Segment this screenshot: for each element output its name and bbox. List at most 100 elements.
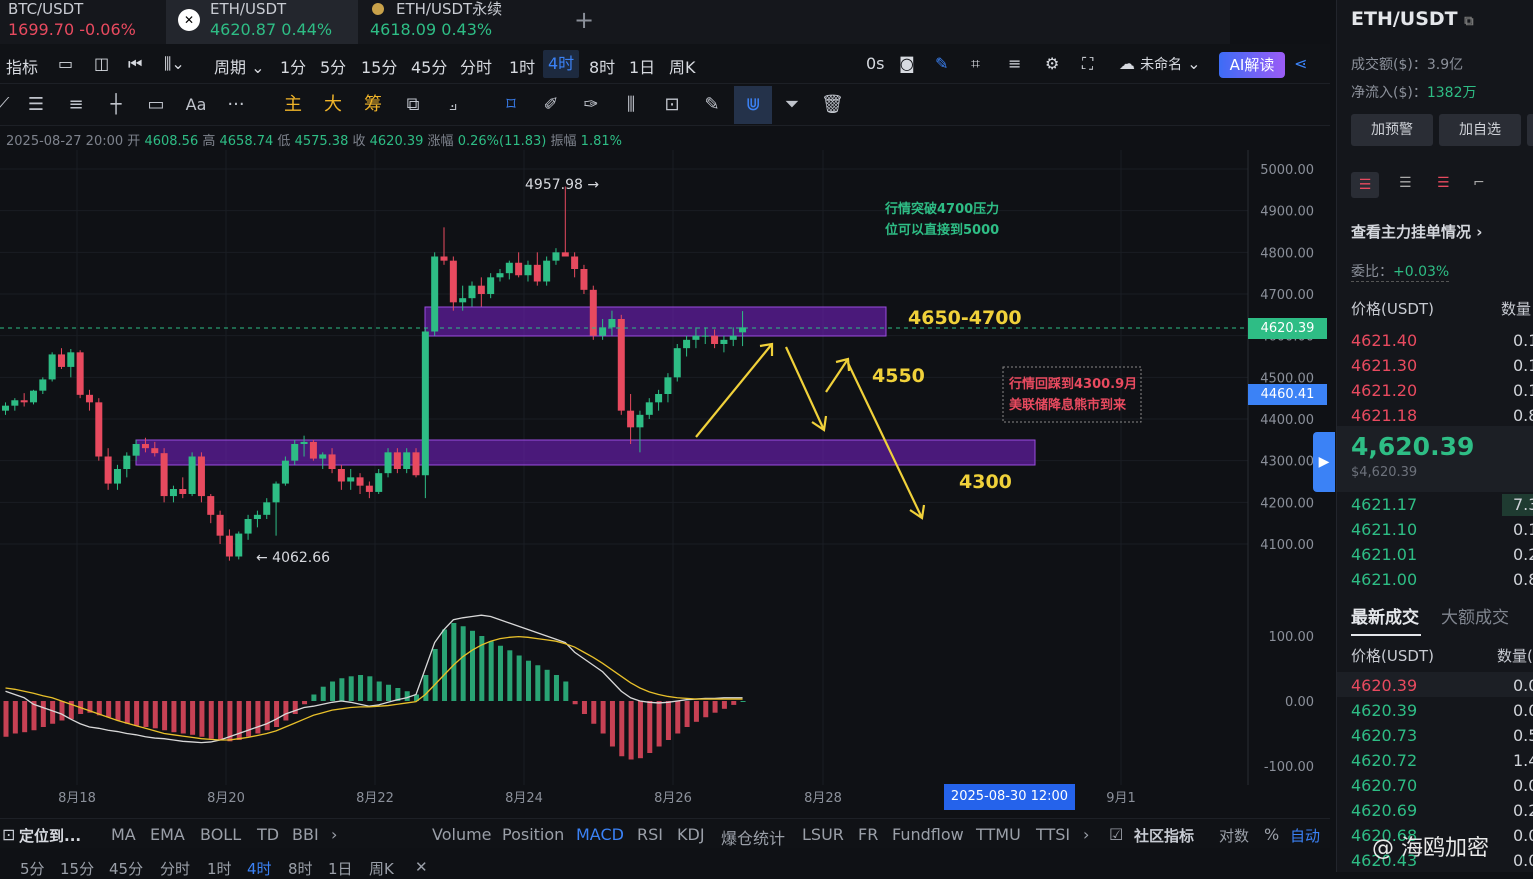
ind-position[interactable]: Position xyxy=(502,825,564,844)
bid-price[interactable]: 4621.17 xyxy=(1351,495,1417,514)
chip-distribution-button[interactable]: 筹 xyxy=(362,94,384,116)
percent-toggle[interactable]: % xyxy=(1264,825,1279,844)
add-watchlist-button[interactable]: 加自选 xyxy=(1439,114,1521,146)
bookmark-icon[interactable]: ⌑ xyxy=(500,94,522,116)
magnet-icon[interactable]: ⋓ xyxy=(734,86,772,124)
tab-latest-trades[interactable]: 最新成交 xyxy=(1351,603,1419,628)
tab-btc[interactable]: BTC/USDT 1699.70 -0.06% xyxy=(0,0,160,44)
chevron-right-icon[interactable]: › xyxy=(1083,825,1089,844)
locate-icon[interactable]: ⊡ xyxy=(2,825,15,844)
settings-icon[interactable]: ⚙ xyxy=(1045,54,1059,73)
add-alert-button[interactable]: 加预警 xyxy=(1351,114,1433,146)
lock-icon[interactable]: ⊡ xyxy=(661,94,683,116)
add-tab-icon[interactable]: + xyxy=(574,6,594,34)
share-icon[interactable]: ⋖ xyxy=(1294,54,1307,73)
bottom-period-active[interactable]: 4时 xyxy=(247,858,272,879)
tab-eth-perp[interactable]: ETH/USDT永续 4618.09 0.43% xyxy=(366,0,566,44)
orderbook-bids-icon[interactable]: ☰ xyxy=(1399,175,1412,191)
interval-8h[interactable]: 8时 xyxy=(589,54,615,78)
ask-price[interactable]: 4621.18 xyxy=(1351,406,1417,425)
crop-icon[interactable]: ⌗ xyxy=(971,54,980,74)
interval-4h[interactable]: 4时 xyxy=(543,50,580,78)
auto-scale-toggle[interactable]: 自动 xyxy=(1290,825,1320,846)
ind-ttsi[interactable]: TTSI xyxy=(1036,825,1070,844)
community-icon[interactable]: ☑ xyxy=(1109,825,1123,844)
ind-fundflow[interactable]: Fundflow xyxy=(892,825,964,844)
ind-lsur[interactable]: LSUR xyxy=(802,825,844,844)
big-orders-button[interactable]: 大 xyxy=(322,94,344,116)
ind-ma[interactable]: MA xyxy=(111,825,136,844)
price-chart[interactable]: 5000.004900.004800.004700.004600.004500.… xyxy=(0,150,1330,810)
main-chart-button[interactable]: 主 xyxy=(282,94,304,116)
layout-icon[interactable]: ◫ xyxy=(94,54,109,73)
log-scale-toggle[interactable]: 对数 xyxy=(1219,825,1249,846)
orderbook-both-icon[interactable]: ☰ xyxy=(1351,172,1379,198)
ind-volume[interactable]: Volume xyxy=(432,825,492,844)
ind-ttmu[interactable]: TTMU xyxy=(976,825,1021,844)
ind-kdj[interactable]: KDJ xyxy=(677,825,705,844)
measure-icon[interactable]: ⟓ xyxy=(442,94,464,116)
cloud-layout-dropdown[interactable]: ☁ 未命名 ⌄ xyxy=(1119,54,1201,74)
indicators-button[interactable]: 指标 xyxy=(6,54,38,78)
brush-icon[interactable]: ✑ xyxy=(580,94,602,116)
community-indicators[interactable]: 社区指标 xyxy=(1134,825,1194,846)
line-tool-icon[interactable]: ⟋ xyxy=(0,94,14,116)
locate-button[interactable]: 定位到... xyxy=(19,825,81,846)
hline-icon[interactable]: ┼ xyxy=(105,94,127,116)
bottom-period[interactable]: 1时 xyxy=(207,858,232,879)
bid-price[interactable]: 4621.01 xyxy=(1351,545,1417,564)
ai-analysis-button[interactable]: AI解读 xyxy=(1219,52,1285,78)
trash-icon[interactable]: 🗑 xyxy=(821,94,844,116)
orderbook-depth-icon[interactable]: ⌐ xyxy=(1473,175,1485,191)
ask-price[interactable]: 4621.40 xyxy=(1351,331,1417,350)
interval-5m[interactable]: 5分 xyxy=(320,54,346,78)
interval-1m[interactable]: 1分 xyxy=(280,54,306,78)
ask-price[interactable]: 4621.30 xyxy=(1351,356,1417,375)
interval-1h[interactable]: 1时 xyxy=(509,54,535,78)
pen-icon[interactable]: ✎ xyxy=(935,54,948,73)
period-dropdown[interactable]: 周期 ⌄ xyxy=(214,54,265,78)
ruler-icon[interactable]: ✐ xyxy=(540,94,562,116)
interval-15m[interactable]: 15分 xyxy=(361,54,397,78)
interval-1d[interactable]: 1日 xyxy=(629,54,655,78)
filter-icon[interactable]: ⏷ xyxy=(781,94,803,116)
ask-price[interactable]: 4621.20 xyxy=(1351,381,1417,400)
more-button[interactable] xyxy=(1527,114,1533,146)
interval-timeshare[interactable]: 分时 xyxy=(460,54,492,78)
collapse-panel-icon[interactable]: ▶ xyxy=(1313,432,1335,492)
ind-td[interactable]: TD xyxy=(257,825,279,844)
main-orders-link[interactable]: 查看主力挂单情况 › xyxy=(1351,221,1482,242)
rectangle-icon[interactable]: ▭ xyxy=(145,94,167,116)
replay-icon[interactable]: ⏮ xyxy=(128,54,142,74)
ind-boll[interactable]: BOLL xyxy=(200,825,241,844)
fullscreen-icon[interactable]: ⛶ xyxy=(1082,54,1093,74)
candles-icon[interactable]: ⫼ xyxy=(620,94,642,116)
chevron-right-icon[interactable]: › xyxy=(331,825,337,844)
bottom-period[interactable]: 周K xyxy=(369,858,394,879)
close-icon[interactable]: ✕ xyxy=(415,858,428,876)
parallel-lines-icon[interactable]: ≡ xyxy=(65,94,87,116)
ind-rsi[interactable]: RSI xyxy=(637,825,663,844)
horizontal-lines-icon[interactable]: ☰ xyxy=(25,94,47,116)
bid-price[interactable]: 4621.00 xyxy=(1351,570,1417,589)
ind-fr[interactable]: FR xyxy=(858,825,878,844)
interval-week[interactable]: 周K xyxy=(669,54,696,78)
bottom-period[interactable]: 1日 xyxy=(328,858,353,879)
bid-price[interactable]: 4621.10 xyxy=(1351,520,1417,539)
ind-bbi[interactable]: BBI xyxy=(292,825,319,844)
text-tool-icon[interactable]: Aa xyxy=(185,94,207,116)
camera-icon[interactable]: ◙ xyxy=(899,54,915,73)
tab-eth[interactable]: ✕ ETH/USDT 4620.87 0.44% xyxy=(166,0,358,44)
orderbook-asks-icon[interactable]: ☰ xyxy=(1437,175,1450,191)
bottom-period[interactable]: 5分 xyxy=(20,858,45,879)
interval-45m[interactable]: 45分 xyxy=(411,54,447,78)
compare-icon[interactable]: ⧉ xyxy=(402,94,424,116)
bottom-period[interactable]: 45分 xyxy=(109,858,143,879)
more-tools-icon[interactable]: ··· xyxy=(225,94,247,116)
tab-big-trades[interactable]: 大额成交 xyxy=(1441,603,1509,628)
calendar-icon[interactable]: ▭ xyxy=(58,54,73,73)
ind-ema[interactable]: EMA xyxy=(150,825,185,844)
bottom-period[interactable]: 15分 xyxy=(60,858,94,879)
candle-type-icon[interactable]: ⫼⌄ xyxy=(164,54,185,74)
list-icon[interactable]: ≡ xyxy=(1008,54,1021,73)
